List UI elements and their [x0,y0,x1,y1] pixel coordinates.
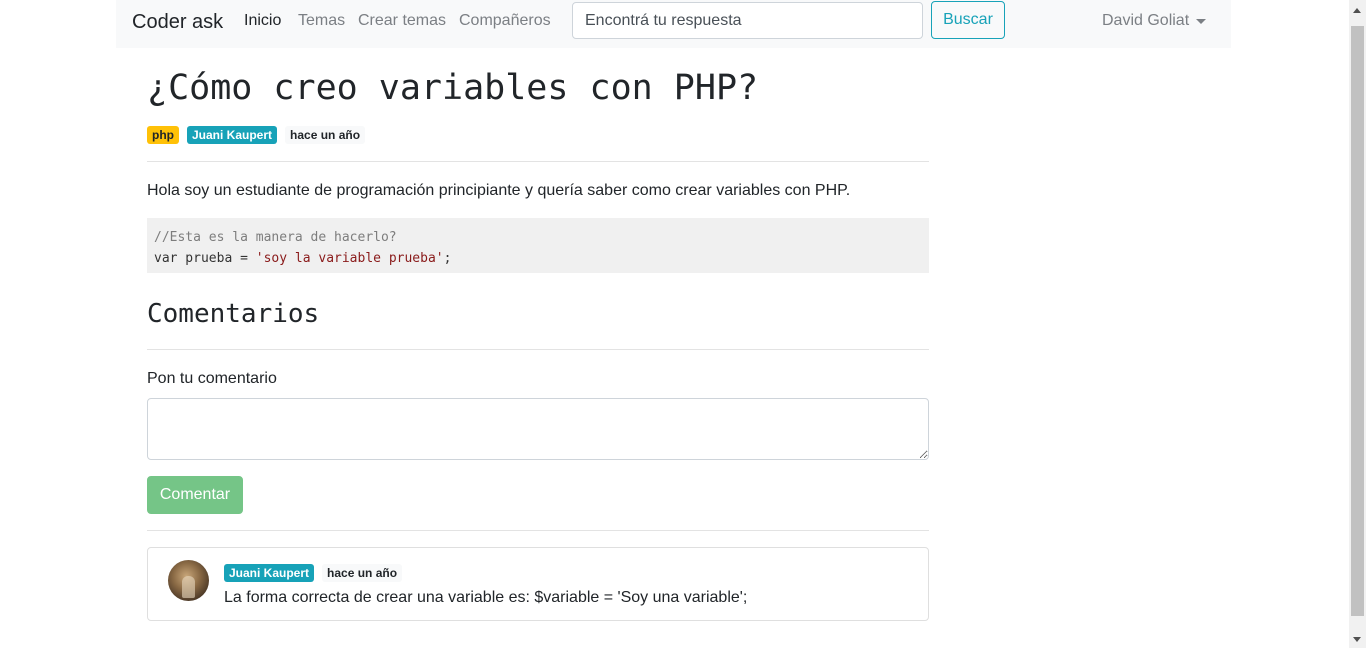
code-block: //Esta es la manera de hacerlo? var prue… [147,218,929,273]
nav-link-temas[interactable]: Temas [298,12,345,30]
comment-card: Juani Kaupert hace un año La forma corre… [147,547,929,621]
search-input[interactable] [572,2,923,39]
user-name: David Goliat [1102,12,1190,29]
question-title: ¿Cómo creo variables con PHP? [147,68,759,108]
question-body: Hola soy un estudiante de programación p… [147,182,851,199]
scroll-thumb[interactable] [1351,26,1364,616]
comment-time-badge: hace un año [322,564,403,582]
comment-textarea[interactable] [147,398,929,460]
navbar: Coder ask Inicio Temas Crear temas Compa… [116,0,1231,48]
author-badge[interactable]: Juani Kaupert [187,126,278,144]
comment-submit-button[interactable]: Comentar [147,476,243,514]
brand-logo[interactable]: Coder ask [132,11,223,34]
code-string: 'soy la variable prueba' [255,251,444,266]
comment-label: Pon tu comentario [147,370,277,387]
comments-heading: Comentarios [147,299,320,329]
scroll-down-arrow-icon[interactable] [1353,637,1361,642]
search-button[interactable]: Buscar [931,1,1005,39]
divider [147,349,929,350]
question-badges: php Juani Kaupert hace un año [147,126,373,144]
comment-text: La forma correcta de crear una variable … [224,589,748,606]
divider [147,161,929,162]
user-dropdown[interactable]: David Goliat [1102,12,1207,30]
nav-link-crear-temas[interactable]: Crear temas [358,12,446,30]
time-badge: hace un año [285,126,366,144]
code-line: var prueba = 'soy la variable prueba'; [154,248,922,269]
comment-meta: Juani Kaupert hace un año [224,564,410,582]
avatar [168,560,209,601]
code-statement: prueba = [177,251,256,266]
code-comment: //Esta es la manera de hacerlo? [154,230,397,245]
page-scrollbar[interactable] [1349,0,1366,648]
code-keyword: var [154,251,178,266]
tag-badge[interactable]: php [147,126,179,144]
code-end: ; [443,251,452,266]
scroll-up-arrow-icon[interactable] [1353,8,1361,13]
caret-down-icon [1196,18,1207,24]
nav-link-companeros[interactable]: Compañeros [459,12,551,30]
divider [147,530,929,531]
comment-author-badge[interactable]: Juani Kaupert [224,564,315,582]
nav-link-inicio[interactable]: Inicio [244,12,281,30]
